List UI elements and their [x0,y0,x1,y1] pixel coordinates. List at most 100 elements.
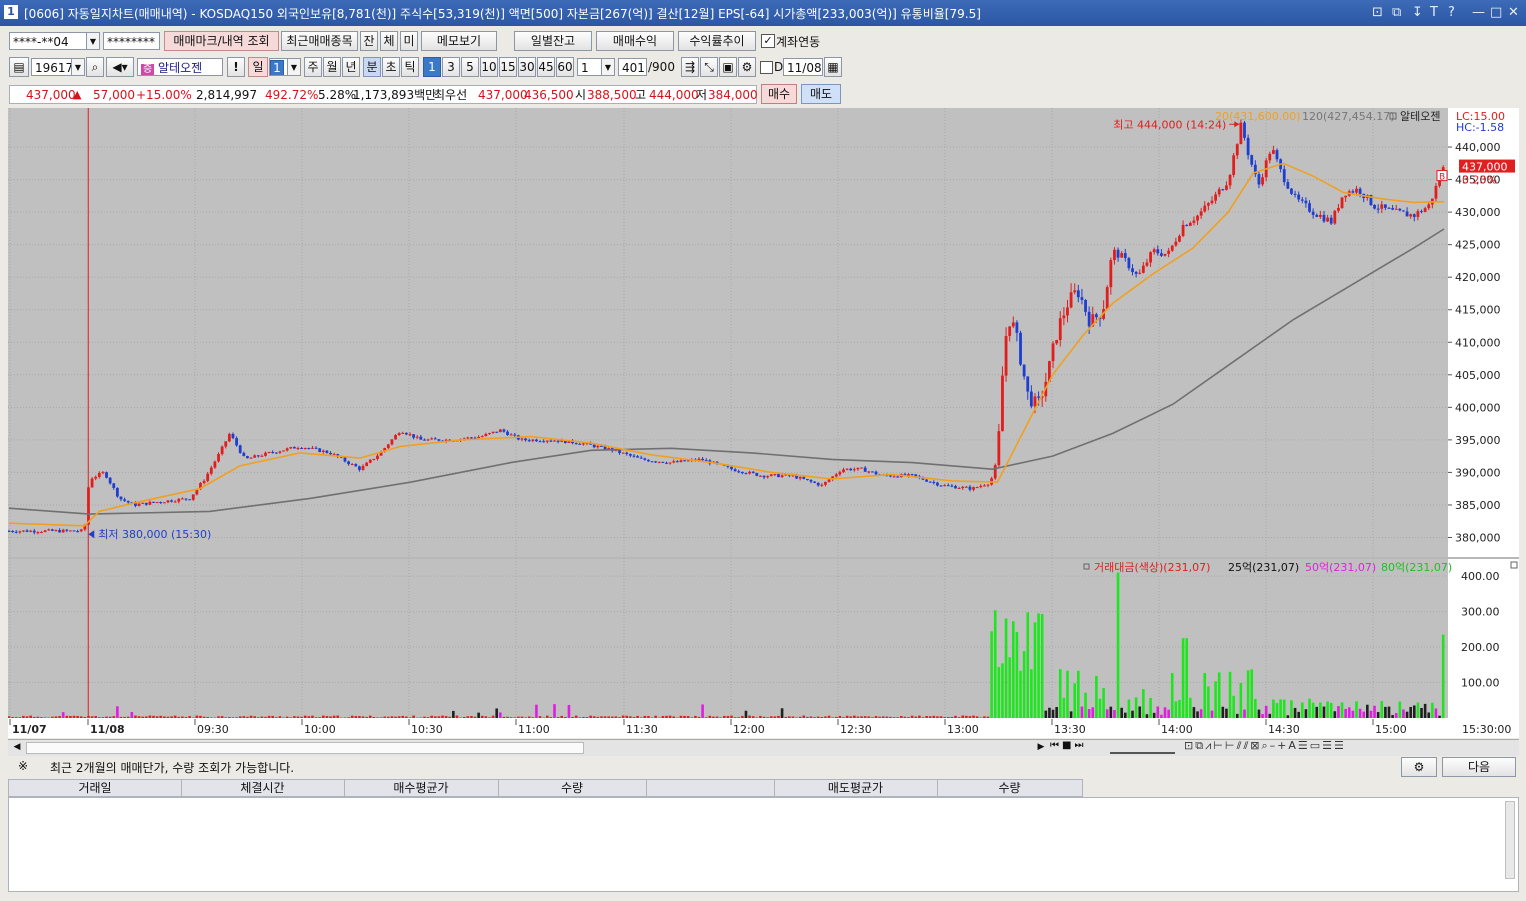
minute-60-button[interactable]: 60 [556,57,574,77]
period-second-button[interactable]: 초 [382,57,400,77]
account-link-checkbox[interactable]: ✓ [761,34,775,48]
font-icon[interactable]: T [1430,5,1438,20]
volume-bar [1290,700,1293,718]
candle-body [1026,376,1030,392]
period-week-button[interactable]: 주 [304,57,322,77]
volume-bar [506,716,509,718]
stock-name-field[interactable]: 증 알테오젠 [137,58,223,76]
speaker-icon[interactable]: ◀▾ [106,57,134,77]
trade-mark-query-button[interactable]: 매매마크/내역 조회 [164,31,279,51]
bar-count-input[interactable]: 401 [618,58,647,76]
period-year-button[interactable]: 년 [342,57,360,77]
calendar-icon[interactable]: ▦ [824,57,842,77]
volume-bar [1069,711,1073,718]
date-checkbox[interactable] [760,61,773,74]
account-select[interactable]: ****-**04 ▼ [9,32,100,50]
save-icon[interactable]: ▣ [719,57,737,77]
indicator-icon[interactable]: ⇶ [681,57,699,77]
candle-body [1217,189,1221,195]
col-sell-qty[interactable]: 수량 [937,780,1082,796]
period-count-select[interactable]: 1 ▼ [269,58,301,76]
volume-bar [712,716,715,718]
col-buy-avg[interactable]: 매수평균가 [344,780,499,796]
volume-bar [538,716,542,718]
settings-icon[interactable]: ⚙ [1401,757,1437,777]
vertical-scrollbar[interactable] [1505,801,1515,879]
minute-30-button[interactable]: 30 [518,57,536,77]
sell-button[interactable]: 매도 [801,84,841,104]
volume-bar [1337,706,1340,718]
col-exec-time[interactable]: 체결시간 [181,780,345,796]
recent-trades-button[interactable]: 최근매매종목 [281,31,358,51]
close-icon[interactable]: ✕ [1508,5,1519,20]
search-icon[interactable]: ⌕ [86,57,104,77]
unit-select[interactable]: 1 ▼ [577,58,615,76]
trade-table-body[interactable] [8,797,1519,892]
stock-code-input[interactable]: 196170 ▼ [31,58,85,76]
zoom-slider[interactable] [1110,742,1175,754]
col-trade-date[interactable]: 거래일 [9,780,182,796]
executed-button[interactable]: 체 [380,31,398,51]
date-input[interactable]: 11/08 [783,58,823,76]
col-sell-avg[interactable]: 매도평균가 [774,780,938,796]
tools-icon[interactable]: ⤡ [700,57,718,77]
volume-bar [177,716,181,718]
maximize-icon[interactable]: □ [1490,5,1502,20]
turnover-rate: 5.28% [318,88,357,102]
volume-bar [1073,683,1077,718]
chevron-down-icon[interactable]: ▼ [71,59,84,75]
candle-body [502,429,506,432]
daily-balance-button[interactable]: 일별잔고 [514,31,592,51]
minute-15-button[interactable]: 15 [499,57,517,77]
candle-body [936,482,939,486]
balance-button[interactable]: 잔 [360,31,378,51]
favorite-icon: 증 [141,64,155,75]
price-chart[interactable]: 11/07 11/08 09:30 10:00 10:30 11:00 11:30 12:00… [8,108,1519,738]
period-tick-button[interactable]: 틱 [401,57,419,77]
minute-3-button[interactable]: 3 [442,57,460,77]
candle-body [206,473,210,481]
minute-10-button[interactable]: 10 [480,57,498,77]
volume-bar [1228,671,1232,718]
scroll-left-icon[interactable]: ◀ [10,740,24,754]
return-trend-button[interactable]: 수익률추이 [678,31,756,51]
volume-bar [975,716,979,718]
drawing-tools[interactable]: ⊡⧉⩘⊢⊢⫽⫽⊠⌕–+A☰▭☰☰ [1184,739,1516,755]
password-field[interactable]: ******** [103,32,160,50]
restore-layout-icon[interactable]: ⊡ [1372,5,1383,20]
trade-profit-button[interactable]: 매매수익 [596,31,674,51]
next-button[interactable]: 다음 [1442,757,1516,777]
gear-icon[interactable]: ⚙ [738,57,756,77]
playback-controls[interactable]: ⏮■⏭ [1050,740,1104,754]
volume-bar [18,717,22,718]
chevron-down-icon[interactable]: ▼ [601,59,614,75]
col-blank[interactable] [646,780,775,796]
period-month-button[interactable]: 월 [323,57,341,77]
pin-icon[interactable]: ↧ [1412,5,1423,20]
minute-45-button[interactable]: 45 [537,57,555,77]
code-search-icon[interactable]: ▤ [9,57,29,77]
scroll-right-icon[interactable]: ▶ [1034,740,1048,754]
minute-1-button[interactable]: 1 [423,57,441,77]
help-icon[interactable]: ? [1448,5,1455,20]
alert-button[interactable]: ! [227,57,245,77]
candle-body [668,462,672,464]
chevron-down-icon[interactable]: ▼ [86,33,99,49]
candle-body [231,433,235,439]
col-buy-qty[interactable]: 수량 [498,780,647,796]
volume-bar [163,716,166,718]
unfilled-button[interactable]: 미 [400,31,418,51]
volume-bar [1192,707,1196,718]
period-day-button[interactable]: 일 [248,57,268,77]
candle-body [1398,208,1402,211]
period-minute-button[interactable]: 분 [363,57,381,77]
link-windows-icon[interactable]: ⧉ [1392,5,1401,20]
candle-body [390,439,394,445]
minute-5-button[interactable]: 5 [461,57,479,77]
chevron-down-icon[interactable]: ▼ [287,59,300,75]
memo-button[interactable]: 메모보기 [421,31,497,51]
time-label-11: 14:00 [1161,723,1193,736]
horizontal-scrollbar[interactable] [26,742,584,754]
minimize-icon[interactable]: — [1472,5,1485,20]
buy-button[interactable]: 매수 [761,84,797,104]
